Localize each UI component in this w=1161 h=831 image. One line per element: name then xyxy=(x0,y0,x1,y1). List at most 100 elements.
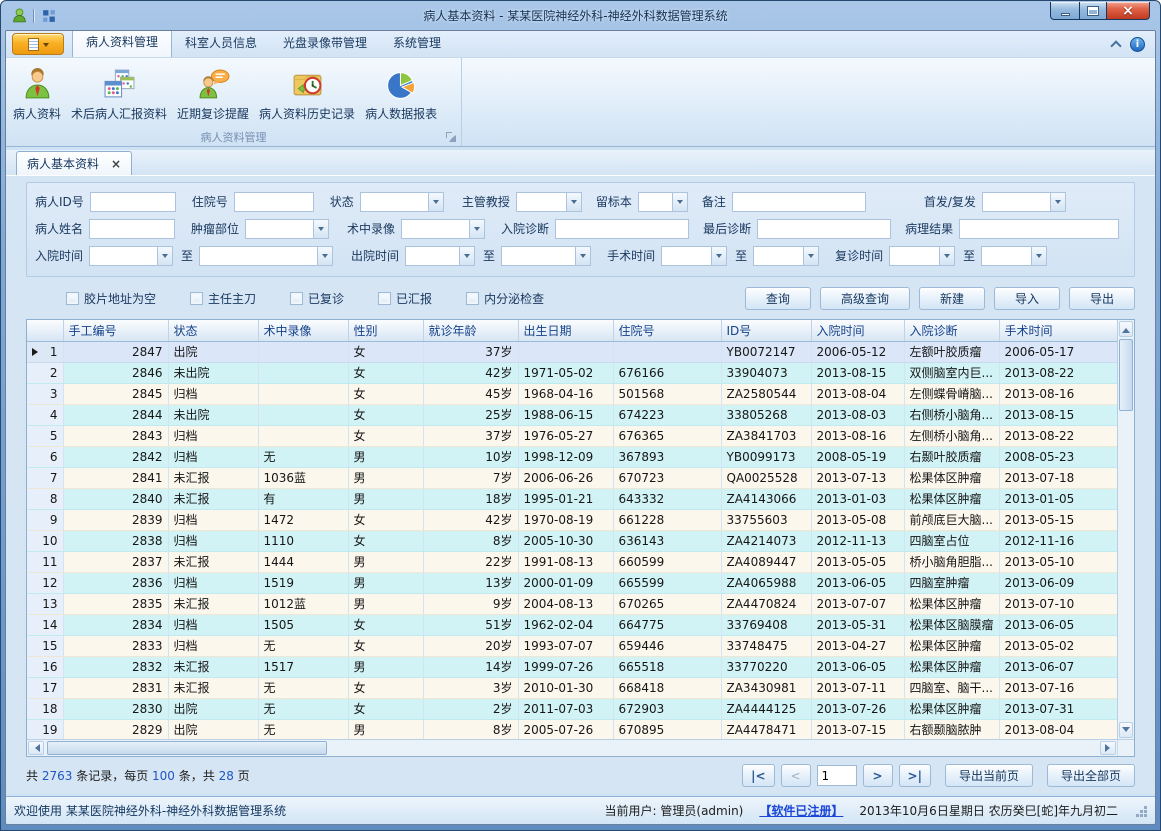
table-cell[interactable]: 2004-08-13 xyxy=(518,593,613,614)
maximize-button[interactable] xyxy=(1079,2,1106,20)
table-cell[interactable]: 664775 xyxy=(613,614,721,635)
table-cell[interactable]: 1970-08-19 xyxy=(518,509,613,530)
table-cell[interactable]: 367893 xyxy=(613,446,721,467)
table-cell[interactable]: ZA3430981 xyxy=(721,677,811,698)
table-cell[interactable]: 636143 xyxy=(613,530,721,551)
table-cell[interactable]: 1517 xyxy=(258,656,348,677)
table-row[interactable]: 122836归档1519男13岁2000-01-09665599ZA406598… xyxy=(27,572,1117,593)
table-cell[interactable]: 2013-04-27 xyxy=(811,635,904,656)
table-cell[interactable]: 归档 xyxy=(168,530,258,551)
table-cell[interactable]: 2829 xyxy=(63,719,168,739)
row-selector-cell[interactable]: 16 xyxy=(27,656,63,677)
table-cell[interactable]: 出院 xyxy=(168,719,258,739)
table-cell[interactable]: 桥小脑角胆脂... xyxy=(904,551,999,572)
first-page-button[interactable]: |< xyxy=(742,764,774,787)
filter-input[interactable] xyxy=(234,192,314,212)
filter-input[interactable] xyxy=(732,192,866,212)
column-header[interactable] xyxy=(27,320,63,341)
combo-dropdown-button[interactable] xyxy=(317,247,332,265)
table-cell[interactable]: 2005-07-26 xyxy=(518,719,613,739)
column-header[interactable]: 术中录像 xyxy=(258,320,348,341)
table-cell[interactable]: 出院 xyxy=(168,341,258,362)
table-cell[interactable]: 未汇报 xyxy=(168,551,258,572)
table-cell[interactable]: 松果体区肿瘤 xyxy=(904,698,999,719)
table-cell[interactable]: 女 xyxy=(348,530,423,551)
table-cell[interactable]: 2830 xyxy=(63,698,168,719)
filter-checkbox[interactable]: 内分泌检查 xyxy=(466,290,544,307)
table-cell[interactable]: 2841 xyxy=(63,467,168,488)
table-cell[interactable]: 2847 xyxy=(63,341,168,362)
query-button[interactable]: 查询 xyxy=(745,287,811,310)
filter-input[interactable] xyxy=(757,219,891,239)
table-cell[interactable]: 2012-11-16 xyxy=(999,530,1117,551)
export-current-page-button[interactable]: 导出当前页 xyxy=(945,764,1033,787)
quick-access-icon[interactable] xyxy=(41,7,58,24)
row-selector-cell[interactable]: 15 xyxy=(27,635,63,656)
table-cell[interactable]: 松果体区脑膜瘤 xyxy=(904,614,999,635)
table-cell[interactable]: 14岁 xyxy=(423,656,518,677)
table-cell[interactable]: 未汇报 xyxy=(168,467,258,488)
table-cell[interactable]: 男 xyxy=(348,551,423,572)
table-row[interactable]: 142834归档1505女51岁1962-02-0466477533769408… xyxy=(27,614,1117,635)
table-cell[interactable]: 未汇报 xyxy=(168,656,258,677)
resize-grip[interactable] xyxy=(1144,806,1147,809)
table-row[interactable]: 102838归档1110女8岁2005-10-30636143ZA4214073… xyxy=(27,530,1117,551)
table-row[interactable]: 132835未汇报1012蓝男9岁2004-08-13670265ZA44708… xyxy=(27,593,1117,614)
table-cell[interactable]: 四脑室占位 xyxy=(904,530,999,551)
filter-combo[interactable] xyxy=(981,246,1047,266)
collapse-ribbon-icon[interactable] xyxy=(1110,40,1121,51)
table-cell[interactable]: 女 xyxy=(348,362,423,383)
table-row[interactable]: 92839归档1472女42岁1970-08-19661228337556032… xyxy=(27,509,1117,530)
horizontal-scroll-thumb[interactable] xyxy=(47,741,327,755)
table-cell[interactable]: 无 xyxy=(258,719,348,739)
software-registered-link[interactable]: 【软件已注册】 xyxy=(759,802,843,819)
row-selector-cell[interactable]: 4 xyxy=(27,404,63,425)
table-cell[interactable]: 659446 xyxy=(613,635,721,656)
horizontal-scrollbar[interactable] xyxy=(27,740,1117,756)
new-button[interactable]: 新建 xyxy=(919,287,985,310)
scroll-left-button[interactable] xyxy=(28,741,44,755)
checkbox-box[interactable] xyxy=(378,292,391,305)
table-cell[interactable]: 右额颞脑脓肿 xyxy=(904,719,999,739)
table-cell[interactable]: 2013-08-04 xyxy=(811,383,904,404)
table-cell[interactable]: 2006-05-17 xyxy=(999,341,1117,362)
table-cell[interactable]: 1968-04-16 xyxy=(518,383,613,404)
table-cell[interactable]: 未出院 xyxy=(168,404,258,425)
table-cell[interactable]: 3岁 xyxy=(423,677,518,698)
table-cell[interactable]: 归档 xyxy=(168,383,258,404)
column-header[interactable]: 状态 xyxy=(168,320,258,341)
table-cell[interactable]: 2013-05-10 xyxy=(999,551,1117,572)
column-header[interactable]: 出生日期 xyxy=(518,320,613,341)
table-cell[interactable]: 676166 xyxy=(613,362,721,383)
table-cell[interactable]: 22岁 xyxy=(423,551,518,572)
table-cell[interactable]: 2831 xyxy=(63,677,168,698)
ribbon-tab[interactable]: 科室人员信息 xyxy=(172,30,270,57)
filter-combo[interactable] xyxy=(516,192,582,212)
table-cell[interactable]: 未出院 xyxy=(168,362,258,383)
table-cell[interactable] xyxy=(258,425,348,446)
table-cell[interactable]: 13岁 xyxy=(423,572,518,593)
table-cell[interactable]: 2013-08-15 xyxy=(999,404,1117,425)
table-cell[interactable]: 2844 xyxy=(63,404,168,425)
table-cell[interactable]: 33770220 xyxy=(721,656,811,677)
column-header[interactable]: 手工编号 xyxy=(63,320,168,341)
vertical-scrollbar[interactable] xyxy=(1117,320,1134,739)
table-cell[interactable] xyxy=(258,341,348,362)
filter-combo[interactable] xyxy=(889,246,955,266)
table-cell[interactable]: 归档 xyxy=(168,509,258,530)
table-cell[interactable]: 男 xyxy=(348,593,423,614)
table-cell[interactable]: 2013-08-22 xyxy=(999,425,1117,446)
table-cell[interactable]: 男 xyxy=(348,467,423,488)
table-cell[interactable]: 1962-02-04 xyxy=(518,614,613,635)
combo-dropdown-button[interactable] xyxy=(575,247,590,265)
table-row[interactable]: 42844未出院女25岁1988-06-15674223338052682013… xyxy=(27,404,1117,425)
table-cell[interactable]: 1976-05-27 xyxy=(518,425,613,446)
table-cell[interactable]: 男 xyxy=(348,488,423,509)
table-cell[interactable]: 2013-05-08 xyxy=(811,509,904,530)
filter-combo[interactable] xyxy=(661,246,727,266)
table-row[interactable]: 62842归档无男10岁1998-12-09367893YB0099173200… xyxy=(27,446,1117,467)
table-cell[interactable]: 2013-07-16 xyxy=(999,677,1117,698)
table-cell[interactable]: 37岁 xyxy=(423,341,518,362)
table-cell[interactable]: 25岁 xyxy=(423,404,518,425)
table-cell[interactable]: 2837 xyxy=(63,551,168,572)
